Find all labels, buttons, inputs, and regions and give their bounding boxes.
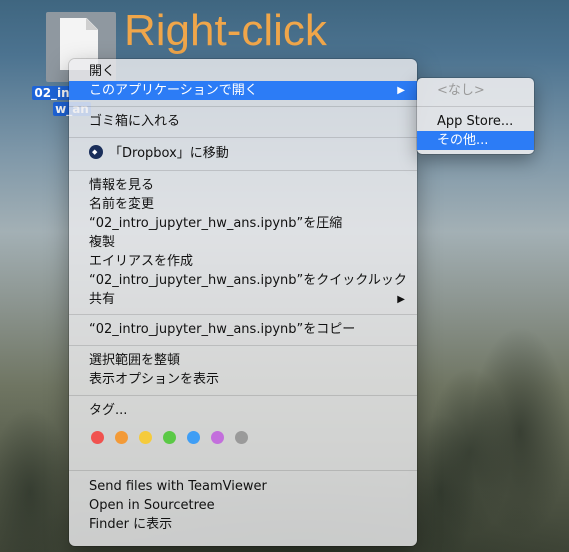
separator <box>69 137 417 138</box>
menu-item-share[interactable]: 共有 ▶ <box>69 290 417 309</box>
menu-item-teamviewer[interactable]: Send files with TeamViewer <box>69 477 417 496</box>
menu-item-share-label: 共有 <box>89 292 116 307</box>
menu-item-move-to-trash[interactable]: ゴミ箱に入れる <box>69 112 417 131</box>
tag-color-row <box>91 431 259 448</box>
separator <box>69 170 417 171</box>
separator <box>69 314 417 315</box>
menu-item-finder-show[interactable]: Finder に表示 <box>69 515 417 534</box>
menu-item-duplicate[interactable]: 複製 <box>69 233 417 252</box>
separator <box>417 106 534 107</box>
dropbox-icon <box>89 145 103 159</box>
menu-item-compress[interactable]: “02_intro_jupyter_hw_ans.ipynb”を圧縮 <box>69 214 417 233</box>
tag-orange[interactable] <box>115 431 128 444</box>
menu-item-sourcetree[interactable]: Open in Sourcetree <box>69 496 417 515</box>
menu-item-open-with[interactable]: このアプリケーションで開く ▶ <box>69 81 417 100</box>
separator <box>69 345 417 346</box>
menu-item-rename[interactable]: 名前を変更 <box>69 195 417 214</box>
menu-item-make-alias[interactable]: エイリアスを作成 <box>69 252 417 271</box>
separator <box>69 106 417 107</box>
separator <box>69 470 417 471</box>
submenu-item-app-store[interactable]: App Store... <box>417 112 534 131</box>
annotation-label: Right-click <box>124 6 327 55</box>
menu-item-quick-look[interactable]: “02_intro_jupyter_hw_ans.ipynb”をクイックルック <box>69 271 417 290</box>
submenu-arrow-icon: ▶ <box>397 85 405 96</box>
menu-item-open[interactable]: 開く <box>69 62 417 81</box>
menu-item-open-with-label: このアプリケーションで開く <box>89 83 258 98</box>
menu-item-copy[interactable]: “02_intro_jupyter_hw_ans.ipynb”をコピー <box>69 320 417 339</box>
menu-item-dropbox[interactable]: 「Dropbox」に移動 <box>69 144 417 163</box>
open-with-submenu: <なし> App Store... その他... <box>417 78 534 154</box>
submenu-arrow-icon: ▶ <box>397 294 405 305</box>
menu-item-get-info[interactable]: 情報を見る <box>69 176 417 195</box>
tag-blue[interactable] <box>187 431 200 444</box>
menu-item-tags[interactable]: タグ... <box>69 401 417 420</box>
menu-item-clean-up[interactable]: 選択範囲を整頓 <box>69 351 417 370</box>
submenu-item-none: <なし> <box>437 83 485 98</box>
tag-red[interactable] <box>91 431 104 444</box>
menu-item-view-options[interactable]: 表示オプションを表示 <box>69 370 417 389</box>
tag-yellow[interactable] <box>139 431 152 444</box>
context-menu: 開く このアプリケーションで開く ▶ ゴミ箱に入れる 「Dropbox」に移動 … <box>69 59 417 546</box>
tag-green[interactable] <box>163 431 176 444</box>
menu-item-dropbox-label: 「Dropbox」に移動 <box>109 146 229 161</box>
tag-gray[interactable] <box>235 431 248 444</box>
separator <box>69 395 417 396</box>
submenu-item-other[interactable]: その他... <box>417 131 534 150</box>
tag-purple[interactable] <box>211 431 224 444</box>
